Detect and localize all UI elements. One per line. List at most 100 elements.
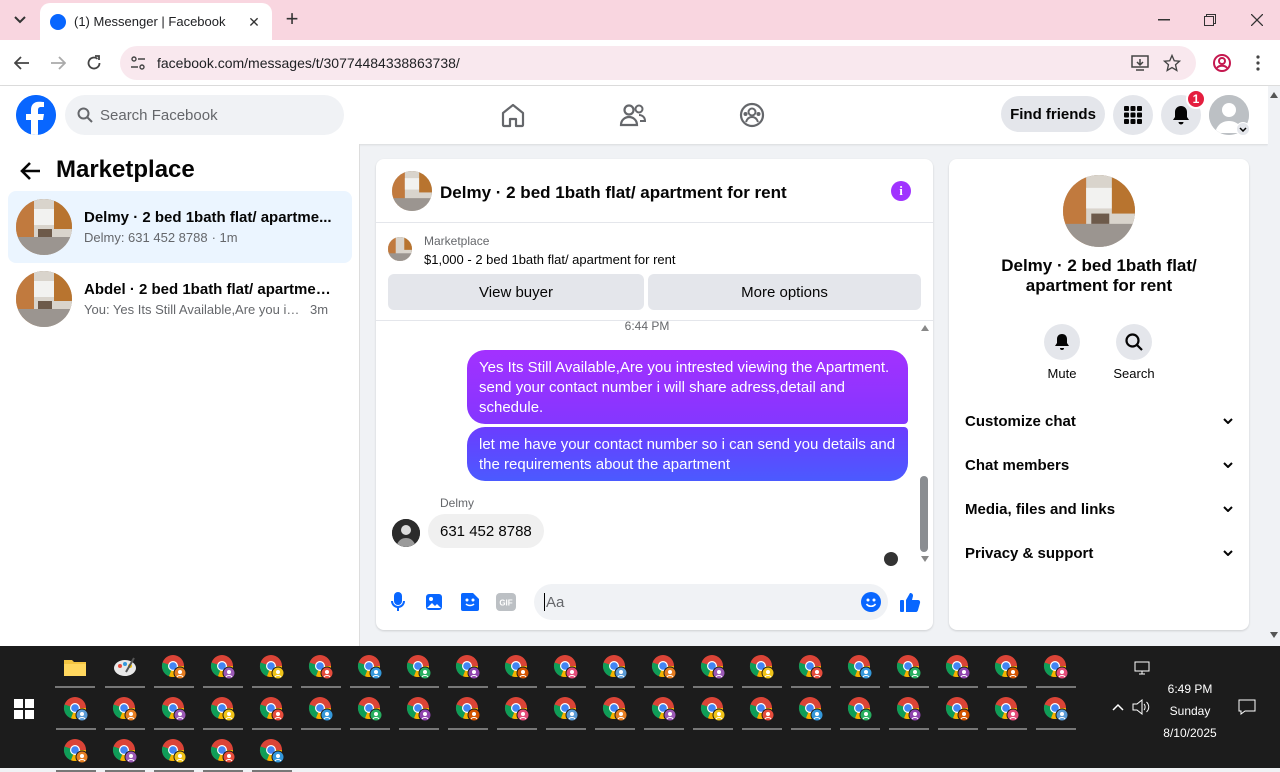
chrome-icon[interactable]: [308, 654, 334, 680]
chrome-icon[interactable]: [63, 696, 89, 722]
chrome-icon[interactable]: [798, 654, 824, 680]
volume-icon[interactable]: [1131, 697, 1151, 717]
chat-scrollbar[interactable]: [918, 323, 930, 563]
windows-start-icon[interactable]: [14, 699, 34, 719]
view-buyer-button[interactable]: View buyer: [388, 274, 644, 310]
chrome-icon[interactable]: [749, 654, 775, 680]
chrome-icon[interactable]: [700, 696, 726, 722]
chrome-icon[interactable]: [553, 654, 579, 680]
chrome-icon[interactable]: [896, 696, 922, 722]
chrome-icon[interactable]: [847, 654, 873, 680]
photo-icon[interactable]: [422, 590, 446, 614]
facebook-logo-icon[interactable]: [16, 95, 56, 135]
chrome-icon[interactable]: [1043, 654, 1069, 680]
chrome-icon[interactable]: [945, 654, 971, 680]
chrome-icon[interactable]: [504, 654, 530, 680]
chrome-icon[interactable]: [308, 696, 334, 722]
facebook-search-input[interactable]: Search Facebook: [65, 95, 344, 135]
new-tab-plus-icon[interactable]: +: [280, 8, 304, 32]
groups-icon[interactable]: [737, 100, 767, 130]
media-files-links-row[interactable]: Media, files and links: [965, 497, 1233, 521]
scroll-up-arrow-icon[interactable]: [1270, 92, 1278, 98]
chrome-icon[interactable]: [896, 654, 922, 680]
chrome-icon[interactable]: [112, 696, 138, 722]
conversation-item[interactable]: Abdel · 2 bed 1bath flat/ apartmen... Yo…: [8, 263, 352, 335]
listing-thumbnail[interactable]: [1063, 175, 1135, 247]
system-clock[interactable]: 6:49 PM Sunday 8/10/2025: [1150, 678, 1230, 744]
chrome-icon[interactable]: [406, 696, 432, 722]
chrome-icon[interactable]: [455, 654, 481, 680]
chrome-icon[interactable]: [406, 654, 432, 680]
chrome-icon[interactable]: [798, 696, 824, 722]
conversation-item[interactable]: Delmy · 2 bed 1bath flat/ apartme... Del…: [8, 191, 352, 263]
microphone-icon[interactable]: [386, 590, 410, 614]
chrome-icon[interactable]: [63, 738, 89, 764]
chrome-icon[interactable]: [161, 696, 187, 722]
browser-tab-messenger[interactable]: (1) Messenger | Facebook ✕: [40, 3, 272, 40]
tab-close-icon[interactable]: ✕: [246, 14, 262, 30]
mute-button[interactable]: Mute: [1032, 324, 1092, 381]
menu-grid-icon[interactable]: [1113, 95, 1153, 135]
customize-chat-row[interactable]: Customize chat: [965, 409, 1233, 433]
site-info-icon[interactable]: [130, 55, 146, 71]
forward-arrow-icon[interactable]: [46, 51, 70, 75]
install-app-icon[interactable]: [1128, 51, 1152, 75]
network-icon[interactable]: [1132, 658, 1152, 678]
bookmark-star-icon[interactable]: [1160, 51, 1184, 75]
account-chevron-icon[interactable]: [1236, 122, 1250, 136]
friends-icon[interactable]: [618, 100, 648, 130]
chrome-icon[interactable]: [357, 654, 383, 680]
chrome-icon[interactable]: [994, 696, 1020, 722]
chrome-icon[interactable]: [945, 696, 971, 722]
scroll-thumb[interactable]: [920, 476, 928, 552]
notifications-center-icon[interactable]: [1237, 697, 1257, 717]
scroll-down-arrow-icon[interactable]: [1270, 632, 1278, 638]
sticker-icon[interactable]: [458, 590, 482, 614]
minimize-icon[interactable]: [1141, 0, 1187, 40]
chrome-icon[interactable]: [455, 696, 481, 722]
chrome-icon[interactable]: [504, 696, 530, 722]
sender-avatar[interactable]: [392, 519, 420, 547]
close-window-icon[interactable]: [1234, 0, 1280, 40]
listing-thumbnail[interactable]: [392, 171, 432, 211]
chrome-icon[interactable]: [553, 696, 579, 722]
outgoing-message[interactable]: Yes Its Still Available,Are you intreste…: [467, 350, 908, 424]
chrome-icon[interactable]: [1043, 696, 1069, 722]
chrome-icon[interactable]: [161, 738, 187, 764]
reload-icon[interactable]: [82, 51, 106, 75]
chrome-icon[interactable]: [357, 696, 383, 722]
privacy-support-row[interactable]: Privacy & support: [965, 541, 1233, 565]
chrome-icon[interactable]: [651, 654, 677, 680]
chrome-icon[interactable]: [112, 738, 138, 764]
page-scrollbar[interactable]: [1268, 86, 1280, 646]
listing-price-title[interactable]: $1,000 - 2 bed 1bath flat/ apartment for…: [424, 252, 676, 267]
browser-menu-icon[interactable]: [1246, 51, 1270, 75]
chrome-icon[interactable]: [161, 654, 187, 680]
thumbs-up-icon[interactable]: [898, 590, 922, 614]
chrome-icon[interactable]: [651, 696, 677, 722]
chrome-icon[interactable]: [259, 654, 285, 680]
scroll-up-arrow-icon[interactable]: [921, 325, 929, 331]
chrome-icon[interactable]: [602, 654, 628, 680]
home-icon[interactable]: [498, 100, 528, 130]
chrome-icon[interactable]: [994, 654, 1020, 680]
profile-icon[interactable]: [1210, 51, 1234, 75]
chrome-icon[interactable]: [847, 696, 873, 722]
chrome-icon[interactable]: [210, 654, 236, 680]
chrome-icon[interactable]: [749, 696, 775, 722]
chrome-icon[interactable]: [210, 696, 236, 722]
search-in-chat-button[interactable]: Search: [1104, 324, 1164, 381]
more-options-button[interactable]: More options: [648, 274, 921, 310]
address-bar[interactable]: facebook.com/messages/t/3077448433886373…: [120, 46, 1196, 80]
back-arrow-icon[interactable]: [10, 51, 34, 75]
chat-members-row[interactable]: Chat members: [965, 453, 1233, 477]
incoming-message[interactable]: 631 452 8788: [428, 514, 544, 548]
gif-icon[interactable]: GIF: [494, 590, 518, 614]
tab-search-chevron-icon[interactable]: [8, 8, 32, 32]
scroll-down-arrow-icon[interactable]: [921, 556, 929, 562]
message-input[interactable]: Aa: [534, 584, 888, 620]
emoji-icon[interactable]: [859, 590, 883, 614]
chrome-icon[interactable]: [602, 696, 628, 722]
outgoing-message[interactable]: let me have your contact number so i can…: [467, 427, 908, 481]
find-friends-button[interactable]: Find friends: [1001, 96, 1105, 132]
